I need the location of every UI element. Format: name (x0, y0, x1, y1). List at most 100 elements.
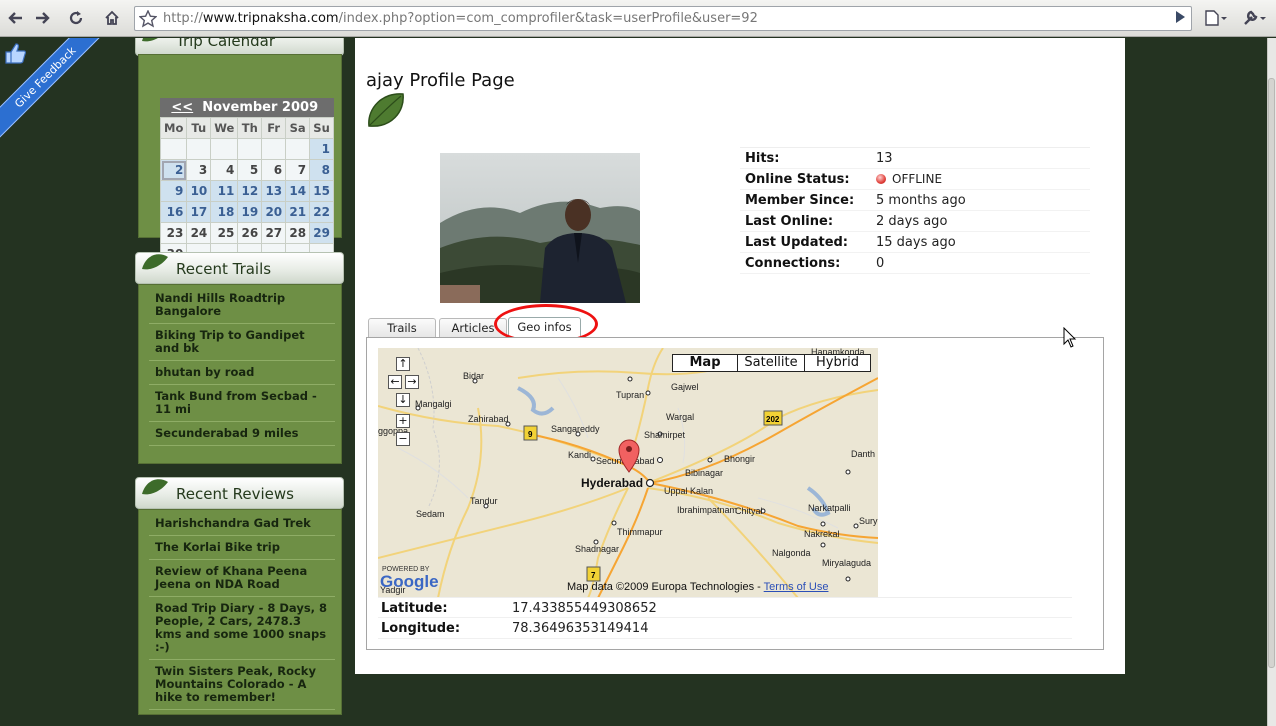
calendar-day[interactable]: 17 (186, 201, 212, 223)
pan-left-button[interactable]: ← (388, 375, 402, 389)
map-label: Shadnagar (575, 544, 619, 554)
back-arrow-icon (8, 12, 22, 24)
calendar-weekday: Th (237, 117, 263, 139)
trail-link[interactable]: bhutan by road (149, 361, 335, 385)
browser-toolbar: http://www.tripnaksha.com/index.php?opti… (0, 0, 1276, 37)
calendar-day[interactable]: 3 (186, 159, 212, 181)
page-title: ajay Profile Page (366, 70, 515, 91)
calendar-day[interactable]: 7 (285, 159, 311, 181)
trail-link[interactable]: Nandi Hills Roadtrip Bangalore (149, 287, 335, 324)
review-link[interactable]: Twin Sisters Peak, Rocky Mountains Color… (149, 660, 335, 710)
calendar-day[interactable]: 26 (237, 222, 263, 244)
zoom-out-button[interactable]: − (396, 432, 410, 446)
pan-down-button[interactable]: ↓ (396, 393, 410, 407)
trail-link[interactable]: Secunderabad 9 miles (149, 422, 335, 446)
calendar-caption: << November 2009 >> (160, 98, 334, 134)
map-label: Uppal Kalan (664, 486, 713, 496)
review-link[interactable]: Harishchandra Gad Trek (149, 512, 335, 536)
scrollbar-thumb[interactable] (1268, 78, 1275, 668)
map[interactable]: Hanamkonda Bidar Gajwel Tupran Mangalgi … (378, 348, 878, 598)
pan-right-button[interactable]: → (405, 375, 419, 389)
calendar-day[interactable]: 22 (309, 201, 334, 223)
home-button[interactable] (100, 7, 124, 29)
page-menu-button[interactable] (1202, 7, 1230, 29)
url-text: http://www.tripnaksha.com/index.php?opti… (163, 11, 758, 26)
info-label: Connections: (745, 256, 841, 271)
bookmark-star-icon[interactable] (138, 9, 158, 32)
calendar-day (186, 138, 212, 160)
calendar-day[interactable]: 6 (261, 159, 287, 181)
address-bar[interactable]: http://www.tripnaksha.com/index.php?opti… (134, 6, 1192, 31)
map-type-hybrid-button[interactable]: Hybrid (804, 354, 871, 372)
calendar-day[interactable]: 23 (159, 222, 188, 244)
calendar-day[interactable]: 14 (285, 180, 311, 202)
longitude-row: Longitude: 78.36496353149414 (378, 618, 1072, 639)
recent-reviews-header: Recent Reviews (135, 477, 344, 509)
tab-trails[interactable]: Trails (368, 318, 436, 337)
terms-of-use-link[interactable]: Terms of Use (764, 581, 829, 593)
calendar-day[interactable]: 8 (309, 159, 334, 181)
page-scrollbar[interactable] (1267, 38, 1276, 726)
map-label: Bibinagar (685, 468, 723, 478)
calendar-weekday-row: Mo Tu We Th Fr Sa Su (159, 117, 334, 139)
info-row-last-online: Last Online: 2 days ago (740, 211, 1090, 232)
review-link[interactable]: Review of Khana Peena Jeena on NDA Road (149, 560, 335, 597)
calendar-day[interactable]: 12 (237, 180, 263, 202)
zoom-in-button[interactable]: + (396, 414, 410, 428)
map-label: Danth (851, 449, 875, 459)
settings-menu-button[interactable] (1240, 7, 1270, 29)
map-type-map-button[interactable]: Map (672, 354, 738, 372)
calendar-day[interactable]: 24 (186, 222, 212, 244)
google-logo[interactable]: Google (380, 572, 439, 592)
calendar-day[interactable]: 1 (309, 138, 334, 160)
calendar-day[interactable]: 2 (159, 159, 188, 181)
info-value: 2 days ago (876, 214, 948, 229)
url-host: www.tripnaksha.com (202, 11, 339, 26)
calendar-day[interactable]: 15 (309, 180, 334, 202)
calendar-day[interactable]: 13 (261, 180, 287, 202)
calendar-day[interactable]: 21 (285, 201, 311, 223)
map-label: Zahirabad (468, 414, 509, 424)
info-label: Member Since: (745, 193, 855, 208)
url-scheme: http:// (163, 11, 203, 26)
back-button[interactable] (4, 7, 28, 29)
map-city-label: Hyderabad (581, 476, 643, 490)
info-row-last-updated: Last Updated: 15 days ago (740, 232, 1090, 253)
calendar-day[interactable]: 10 (186, 180, 212, 202)
info-value: 15 days ago (876, 235, 956, 250)
calendar-day[interactable]: 19 (237, 201, 263, 223)
calendar-day[interactable]: 4 (210, 159, 239, 181)
status-dot-icon (876, 174, 886, 184)
calendar-day[interactable]: 25 (210, 222, 239, 244)
info-value: 13 (876, 151, 893, 166)
forward-button[interactable] (30, 7, 54, 29)
map-type-satellite-button[interactable]: Satellite (737, 354, 805, 372)
info-label: Last Updated: (745, 235, 849, 250)
calendar-day[interactable]: 18 (210, 201, 239, 223)
calendar-day[interactable]: 16 (159, 201, 188, 223)
mouse-cursor-icon (1063, 327, 1077, 348)
review-link[interactable]: The Korlai Bike trip (149, 536, 335, 560)
highway-shield: 202 (766, 415, 780, 424)
go-button[interactable] (1168, 7, 1192, 29)
reload-button[interactable] (64, 7, 88, 29)
info-label: Hits: (745, 151, 780, 166)
calendar-day[interactable]: 5 (237, 159, 263, 181)
trail-link[interactable]: Tank Bund from Secbad - 11 mi (149, 385, 335, 422)
map-label: Chityal (735, 506, 763, 516)
calendar-day[interactable]: 29 (309, 222, 334, 244)
calendar-weekday: Su (309, 117, 334, 139)
calendar-day[interactable]: 20 (261, 201, 287, 223)
trail-link[interactable]: Biking Trip to Gandipet and bk (149, 324, 335, 361)
review-link[interactable]: Road Trip Diary - 8 Days, 8 People, 2 Ca… (149, 597, 335, 660)
pan-up-button[interactable]: ↑ (396, 357, 410, 371)
calendar-day[interactable]: 28 (285, 222, 311, 244)
calendar-day[interactable]: 9 (159, 180, 188, 202)
recent-trails-title: Recent Trails (176, 260, 272, 278)
trip-calendar-title: Trip Calendar (176, 38, 276, 50)
info-row-member-since: Member Since: 5 months ago (740, 190, 1090, 211)
calendar-day[interactable]: 11 (210, 180, 239, 202)
wrench-icon (1244, 10, 1266, 25)
calendar-day[interactable]: 27 (261, 222, 287, 244)
calendar-prev-link[interactable]: << (171, 100, 193, 115)
